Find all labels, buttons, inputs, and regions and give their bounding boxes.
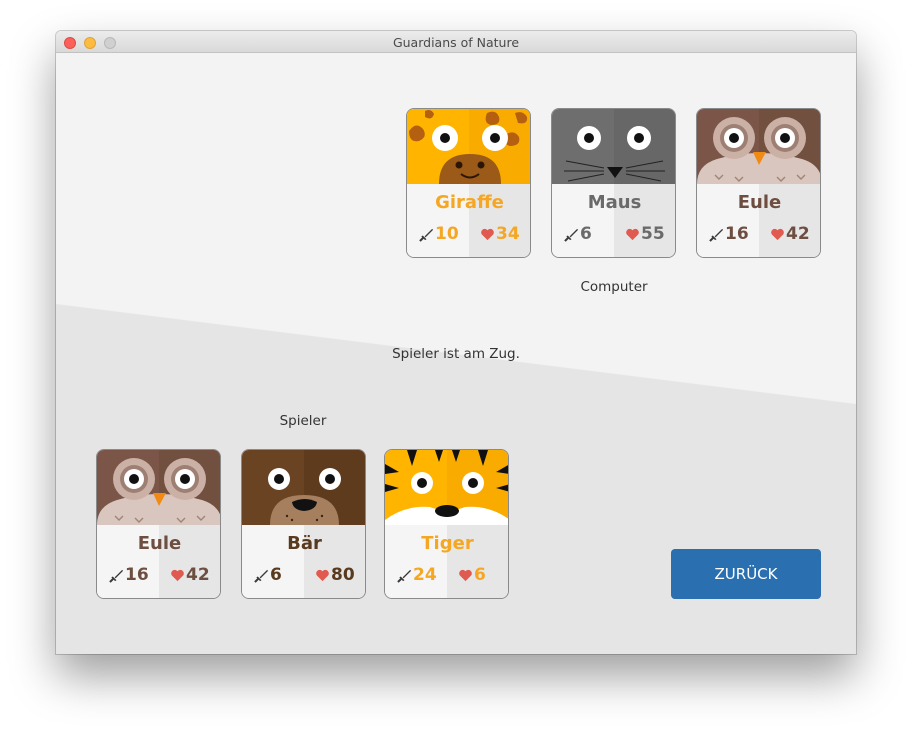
card-name: Tiger [421,533,474,554]
health-value: 42 [786,224,810,244]
health-value: 34 [496,224,520,244]
computer-card-giraffe[interactable]: Giraffe 10 34 [406,108,531,258]
owl-portrait [697,109,820,184]
computer-card-mouse[interactable]: Maus 6 55 [551,108,676,258]
heart-icon [771,228,784,240]
player-card-tiger[interactable]: Tiger 24 6 [384,449,509,599]
turn-status: Spieler ist am Zug. [392,346,520,362]
attack-stat: 10 [419,224,459,244]
back-button[interactable]: ZURÜCK [671,549,821,599]
heart-icon [459,569,472,581]
attack-value: 16 [125,565,149,585]
player-label: Spieler [279,413,327,429]
health-stat: 42 [170,565,210,585]
sword-icon [419,228,434,242]
health-stat: 55 [625,224,665,244]
attack-value: 24 [413,565,437,585]
window-title: Guardians of Nature [392,35,520,50]
tiger-portrait [385,450,508,525]
attack-value: 6 [580,224,592,244]
game-board: Giraffe 10 34 Maus 6 55 Eule 16 42 Compu… [56,53,856,654]
card-name: Maus [587,192,642,213]
game-window: Guardians of Nature Giraffe 10 34 Maus 6… [56,31,856,654]
sword-icon [109,569,124,583]
attack-value: 10 [435,224,459,244]
computer-card-owl[interactable]: Eule 16 42 [696,108,821,258]
heart-icon [481,228,494,240]
owl-portrait [97,450,220,525]
bear-portrait [242,450,365,525]
health-stat: 6 [458,565,486,585]
health-value: 80 [331,565,355,585]
sword-icon [709,228,724,242]
attack-stat: 6 [254,565,282,585]
card-name: Giraffe [435,192,504,213]
attack-stat: 16 [109,565,149,585]
attack-stat: 16 [709,224,749,244]
health-stat: 34 [480,224,520,244]
attack-stat: 6 [564,224,592,244]
card-name: Eule [737,192,782,213]
mouse-portrait [552,109,675,184]
heart-icon [316,569,329,581]
computer-label: Computer [580,279,648,295]
attack-value: 6 [270,565,282,585]
heart-icon [626,228,639,240]
card-name: Bär [287,533,322,554]
heart-icon [171,569,184,581]
sword-icon [254,569,269,583]
health-value: 6 [474,565,486,585]
health-stat: 80 [315,565,355,585]
player-card-bear[interactable]: Bär 6 80 [241,449,366,599]
attack-stat: 24 [397,565,437,585]
card-name: Eule [137,533,182,554]
sword-icon [397,569,412,583]
health-value: 55 [641,224,665,244]
title-bar: Guardians of Nature [56,31,856,53]
sword-icon [564,228,579,242]
health-value: 42 [186,565,210,585]
health-stat: 42 [770,224,810,244]
attack-value: 16 [725,224,749,244]
player-card-owl[interactable]: Eule 16 42 [96,449,221,599]
giraffe-portrait [407,109,530,184]
